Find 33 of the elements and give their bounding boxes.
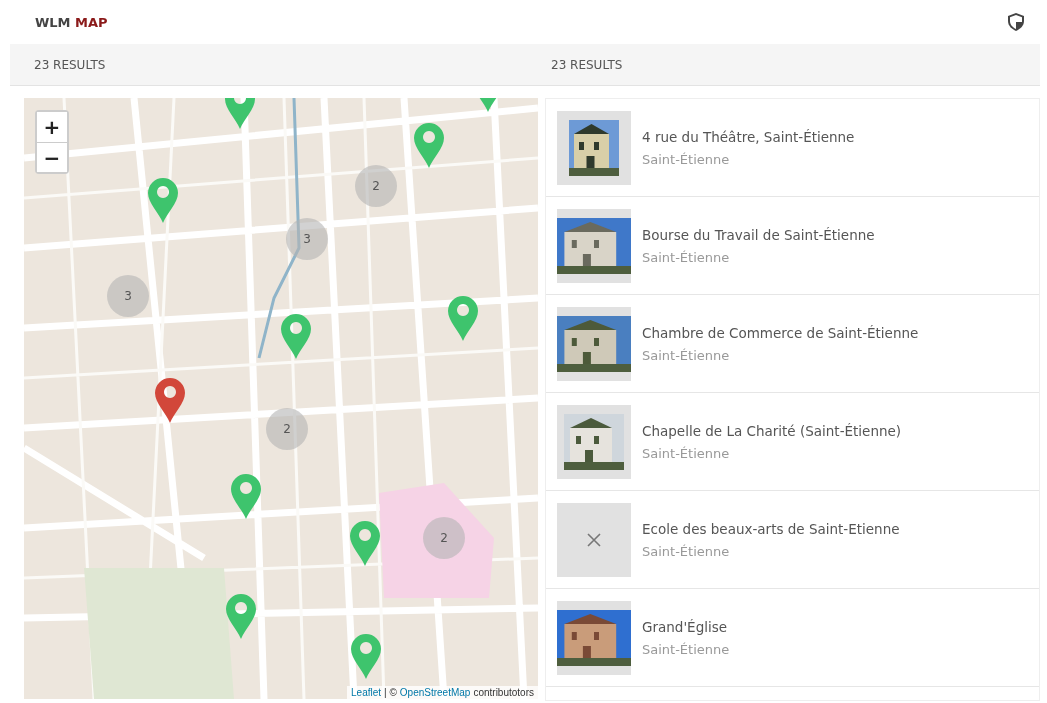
- results-count: 23 RESULTS: [34, 57, 107, 72]
- results-count: 23 RESULTS: [551, 57, 624, 72]
- item-subtitle: Saint-Étienne: [642, 151, 731, 167]
- item-title: Chapelle de La Charité (Saint-Étienne): [642, 422, 902, 439]
- item-title: Bourse du Travail de Saint-Étienne: [642, 226, 875, 243]
- list-item[interactable]: Chambre de Commerce de Saint-Étienne Saint-Étienne: [546, 295, 1039, 393]
- openstreetmap-link[interactable]: OpenStreetMap: [399, 687, 471, 698]
- list-item[interactable]: Grand'Église Saint-Étienne: [546, 589, 1039, 687]
- item-subtitle: Saint-Étienne: [642, 641, 730, 657]
- list-item[interactable]: Bourse du Travail de Saint-Étienne Saint-Étienne: [546, 197, 1039, 295]
- item-title: Ecole des beaux-arts de Saint-Etienne: [642, 520, 900, 537]
- app-logo[interactable]: WLM MAP: [35, 14, 108, 30]
- zoom-out-button[interactable]: −: [37, 142, 67, 172]
- item-title: Chambre de Commerce de Saint-Étienne: [642, 324, 919, 341]
- attribution-text: contributotors: [473, 687, 534, 698]
- close-icon: [587, 532, 601, 547]
- item-title: 4 rue du Théâtre, Saint-Étienne: [642, 128, 855, 145]
- marker-cluster[interactable]: 3: [286, 218, 328, 260]
- item-subtitle: Saint-Étienne: [642, 445, 731, 461]
- list-item[interactable]: 4 rue du Théâtre, Saint-Étienne Saint-Étienne: [546, 99, 1039, 197]
- item-subtitle: Saint-Étienne: [642, 347, 731, 363]
- marker-cluster[interactable]: 2: [355, 165, 397, 207]
- item-title: Grand'Église: [642, 618, 729, 635]
- marker-cluster[interactable]: 3: [107, 275, 149, 317]
- item-subtitle: Saint-Étienne: [642, 249, 731, 265]
- shield-icon[interactable]: [1008, 13, 1024, 31]
- item-subtitle: Saint-Étienne: [642, 543, 731, 559]
- list-item[interactable]: Chapelle de La Charité (Saint-Étienne) Saint-Étienne: [546, 393, 1039, 491]
- marker-cluster[interactable]: 2: [423, 517, 465, 559]
- attribution-text: | ©: [384, 687, 397, 698]
- list-item[interactable]: Ecole des beaux-arts de Saint-Etienne Saint-Étienne: [546, 491, 1039, 589]
- marker-cluster[interactable]: 2: [266, 408, 308, 450]
- leaflet-link[interactable]: Leaflet: [351, 687, 382, 698]
